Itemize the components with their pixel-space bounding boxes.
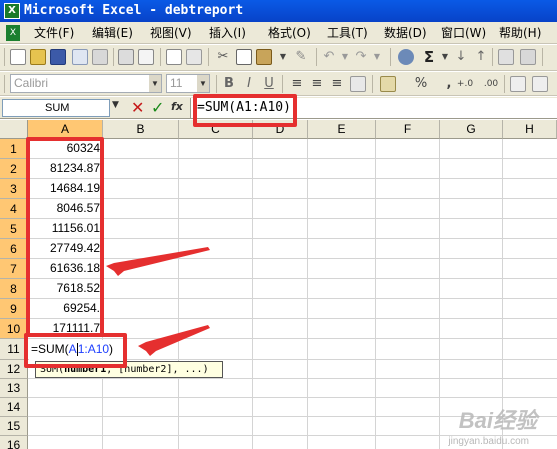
font-size-value: 11 — [170, 76, 183, 90]
currency-icon[interactable] — [380, 76, 396, 92]
new-icon[interactable] — [10, 49, 26, 65]
standard-toolbar: ✂ ▼ ✎ ↶ ▼ ↷ ▼ Σ ▼ ↓ ↑ — [0, 45, 557, 71]
menu-tools[interactable]: 工具(T) — [327, 25, 368, 41]
menu-edit[interactable]: 编辑(E) — [92, 25, 133, 41]
sort-ascending-icon[interactable]: ↓ — [452, 48, 470, 66]
menu-help[interactable]: 帮助(H) — [499, 25, 541, 41]
bold-icon[interactable]: B — [220, 75, 238, 93]
menu-data[interactable]: 数据(D) — [384, 25, 427, 41]
print-preview-icon[interactable] — [138, 49, 154, 65]
watermark-logo: Bai经验 — [458, 408, 537, 433]
paste-dropdown-icon[interactable]: ▼ — [274, 48, 292, 66]
percent-icon[interactable]: % — [412, 75, 430, 93]
chevron-down-icon[interactable]: ▼ — [149, 75, 161, 92]
font-name-value: Calibri — [14, 76, 49, 90]
redo-dropdown-icon[interactable]: ▼ — [368, 48, 386, 66]
separator — [542, 48, 543, 66]
cell-highlight-box — [24, 333, 127, 368]
permission-icon[interactable] — [72, 49, 88, 65]
toolbar-grip[interactable] — [4, 75, 5, 93]
arrow-to-column — [106, 247, 210, 276]
chevron-down-icon[interactable]: ▼ — [112, 100, 119, 110]
separator — [160, 48, 161, 66]
print-icon[interactable] — [118, 49, 134, 65]
chevron-down-icon[interactable]: ▼ — [197, 75, 209, 92]
separator — [492, 48, 493, 66]
research-icon[interactable] — [186, 49, 202, 65]
menu-window[interactable]: 窗口(W) — [441, 25, 486, 41]
enter-icon[interactable]: ✓ — [151, 98, 164, 117]
align-center-icon[interactable]: ≡ — [308, 75, 326, 93]
separator — [216, 75, 217, 93]
align-right-icon[interactable]: ≡ — [328, 75, 346, 93]
font-name-combo[interactable]: Calibri ▼ — [10, 74, 162, 93]
separator — [504, 75, 505, 93]
decrease-decimal-icon[interactable]: .00 — [482, 75, 500, 93]
menu-view[interactable]: 视图(V) — [150, 25, 192, 41]
paste-icon[interactable] — [256, 49, 272, 65]
watermark-url: jingyan.baidu.com — [448, 436, 529, 447]
separator — [390, 48, 391, 66]
separator — [372, 75, 373, 93]
excel-icon: X — [4, 3, 20, 19]
format-painter-icon[interactable]: ✎ — [292, 48, 310, 66]
increase-decimal-icon[interactable]: +.0 — [456, 75, 474, 93]
email-icon[interactable] — [92, 49, 108, 65]
align-left-icon[interactable]: ≡ — [288, 75, 306, 93]
toolbar-grip[interactable] — [4, 48, 5, 66]
formatting-toolbar: Calibri ▼ 11 ▼ B I U ≡ ≡ ≡ % , +.0 .00 — [0, 72, 557, 96]
workbook-icon[interactable]: X — [6, 25, 20, 41]
cancel-icon[interactable]: ✕ — [131, 98, 144, 117]
name-box[interactable]: SUM — [2, 99, 110, 117]
drawing-icon[interactable] — [520, 49, 536, 65]
spelling-icon[interactable] — [166, 49, 182, 65]
menu-bar: X 文件(F) 编辑(E) 视图(V) 插入(I) 格式(O) 工具(T) 数据… — [0, 22, 557, 44]
font-size-combo[interactable]: 11 ▼ — [166, 74, 210, 93]
menu-insert[interactable]: 插入(I) — [209, 25, 246, 41]
arrow-to-formula — [138, 325, 210, 356]
separator — [113, 48, 114, 66]
menu-format[interactable]: 格式(O) — [268, 25, 311, 41]
insert-function-icon[interactable]: fx — [171, 100, 183, 113]
formula-highlight-box — [193, 94, 297, 127]
cut-icon[interactable]: ✂ — [214, 48, 232, 66]
title-bar: X Microsoft Excel - debtreport — [0, 0, 557, 22]
merge-center-icon[interactable] — [350, 76, 366, 92]
underline-icon[interactable]: U — [260, 75, 278, 93]
chart-wizard-icon[interactable] — [498, 49, 514, 65]
italic-icon[interactable]: I — [240, 75, 258, 93]
save-icon[interactable] — [50, 49, 66, 65]
hyperlink-icon[interactable] — [398, 49, 414, 65]
menu-file[interactable]: 文件(F) — [34, 25, 74, 41]
separator — [282, 75, 283, 93]
sort-descending-icon[interactable]: ↑ — [472, 48, 490, 66]
copy-icon[interactable] — [236, 49, 252, 65]
range-highlight-box — [26, 137, 104, 337]
window-title: Microsoft Excel - debtreport — [24, 3, 244, 18]
decrease-indent-icon[interactable] — [510, 76, 526, 92]
separator — [208, 48, 209, 66]
separator — [316, 48, 317, 66]
open-icon[interactable] — [30, 49, 46, 65]
increase-indent-icon[interactable] — [532, 76, 548, 92]
